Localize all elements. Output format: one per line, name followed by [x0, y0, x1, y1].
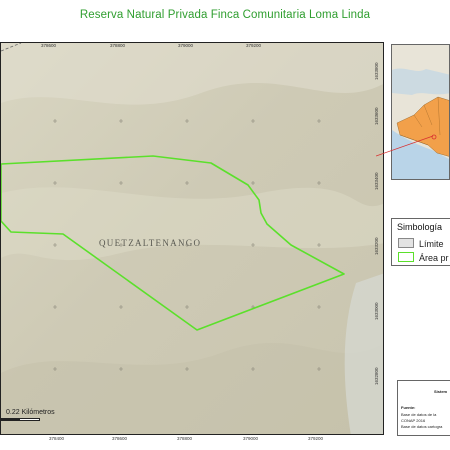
y-tick-right-2: 1633600	[374, 107, 379, 125]
x-tick-top-4: 379200	[246, 43, 262, 48]
gray-swatch-icon	[398, 238, 414, 248]
y-tick-right-3: 1633400	[374, 172, 379, 190]
y-tick-right-5: 1633000	[374, 302, 379, 320]
x-tick-bottom-5: 379200	[308, 436, 324, 441]
scale-bar	[0, 418, 40, 421]
info-heading: Sistem	[434, 389, 448, 394]
info-line-2: CONAP 2016	[401, 418, 426, 423]
map-title: Reserva Natural Privada Finca Comunitari…	[79, 9, 371, 21]
y-tick-right-4: 1633200	[374, 237, 379, 255]
scale-label: 0.22 Kilómetros	[6, 409, 55, 416]
y-tick-right-6: 1632800	[374, 367, 379, 385]
info-fuente-label: Fuente:	[401, 405, 416, 410]
info-line-1: Base de datos de la	[401, 412, 437, 417]
info-line-3: Base de datos cartogra	[401, 424, 443, 429]
green-outline-swatch-icon	[398, 252, 414, 262]
locator-leader-line	[376, 135, 434, 157]
place-label-quetzaltenango: QUETZALTENANGO	[99, 238, 202, 248]
x-tick-bottom-1: 378400	[49, 436, 65, 441]
x-tick-bottom-2: 378600	[112, 436, 128, 441]
x-tick-bottom-3: 378800	[177, 436, 193, 441]
legend: Simbología Límite Área pr	[391, 218, 450, 266]
legend-title: Simbología	[397, 222, 443, 232]
x-tick-bottom-4: 379000	[243, 436, 259, 441]
legend-item-limite-label: Límite	[419, 239, 444, 249]
legend-item-area-label: Área pr	[419, 253, 449, 263]
x-tick-top-3: 379000	[178, 43, 194, 48]
y-tick-right-1: 1633800	[374, 62, 379, 80]
x-tick-top-1: 378600	[41, 43, 57, 48]
source-info-box: Sistem Fuente: Base de datos de la CONAP…	[397, 380, 450, 436]
x-tick-top-2: 378800	[110, 43, 126, 48]
legend-item-limite: Límite	[398, 238, 444, 249]
legend-item-area: Área pr	[398, 252, 449, 263]
